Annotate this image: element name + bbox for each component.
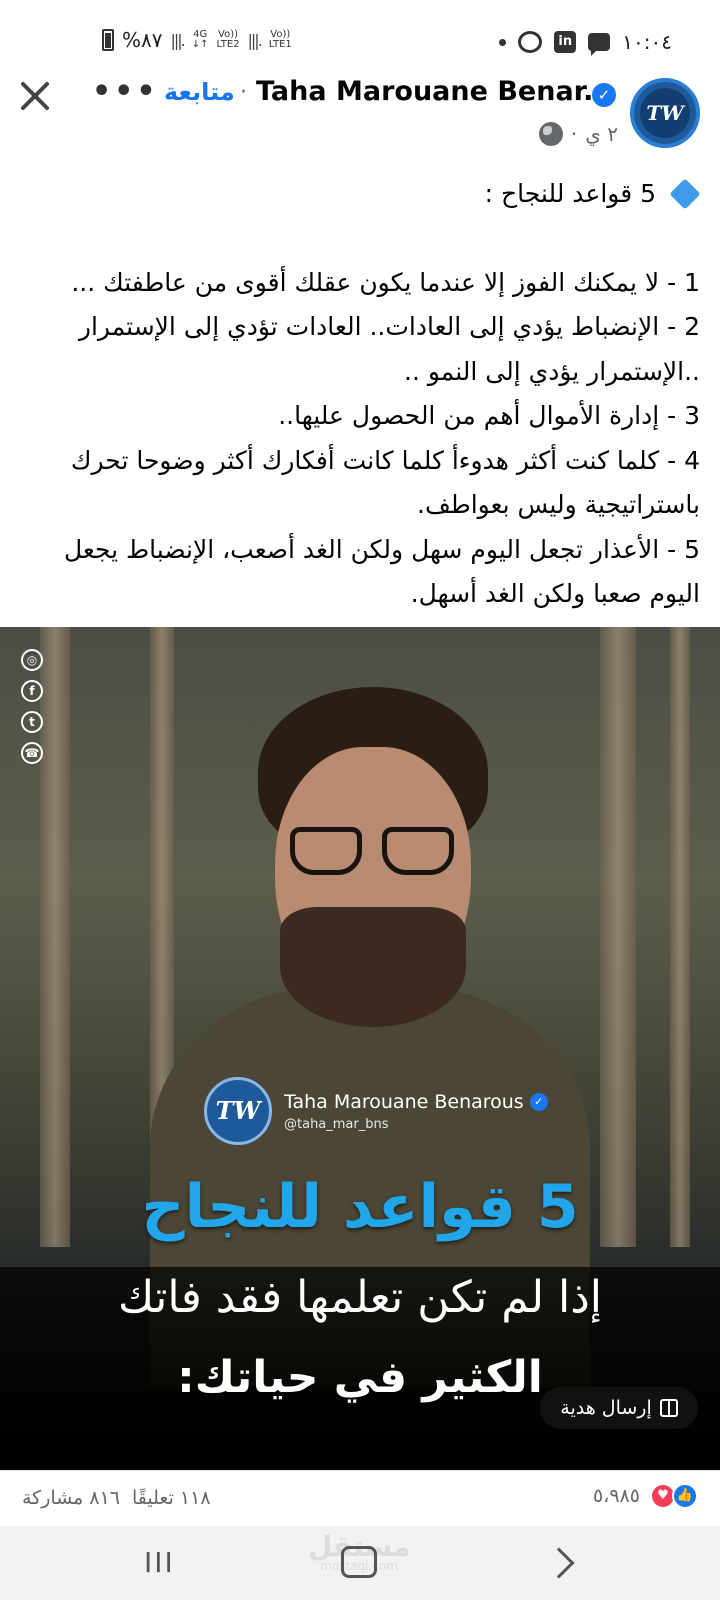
battery-icon bbox=[102, 29, 114, 51]
close-button[interactable] bbox=[16, 76, 54, 114]
signal-icon-2: |||. bbox=[247, 30, 263, 50]
status-left: %٨٧ |||. 4G ↓↑ Vo)) LTE2 |||. Vo)) LTE1 bbox=[102, 28, 292, 52]
image-headline: 5 قواعد للنجاح bbox=[141, 1172, 579, 1242]
messages-icon bbox=[588, 33, 611, 56]
image-subline-1: إذا لم تكن تعلمها فقد فاتك bbox=[117, 1272, 603, 1323]
send-gift-label: إرسال هدية bbox=[560, 1397, 652, 1419]
gift-icon bbox=[659, 1399, 678, 1417]
tree-trunk bbox=[670, 627, 690, 1247]
brand-signature: TW Taha Marouane Benarous ✓ @taha_mar_bn… bbox=[204, 1077, 548, 1145]
send-gift-button[interactable]: إرسال هدية bbox=[540, 1387, 698, 1429]
app-notification-icon bbox=[518, 31, 543, 53]
whatsapp-icon: ☎ bbox=[21, 742, 43, 764]
brand-name: Taha Marouane Benarous bbox=[284, 1090, 524, 1113]
post-stats: ١١٨ تعليقًا ٨١٦ مشاركة ٥،٩٨٥ ♥ 👍 bbox=[0, 1470, 720, 1526]
globe-icon bbox=[538, 122, 563, 146]
post-age: ٢ ي bbox=[585, 122, 618, 146]
network-4g-label: 4G bbox=[193, 29, 208, 40]
facebook-icon: f bbox=[21, 680, 43, 702]
post-header: ••• متابعة · Taha Marouane Benar... ✓ TW… bbox=[0, 66, 720, 166]
tree-trunk bbox=[600, 627, 636, 1247]
notification-dot-icon bbox=[499, 38, 507, 46]
header-separator: · bbox=[240, 80, 247, 105]
clock: ١٠:٠٤ bbox=[622, 30, 672, 54]
rule-2: 2 - الإنضباط يؤدي إلى العادات.. العادات … bbox=[78, 312, 700, 386]
rule-5: 5 - الأعذار تجعل اليوم سهل ولكن الغد أصع… bbox=[64, 534, 700, 609]
lte2-bottom: LTE2 bbox=[216, 39, 240, 50]
post-spacer bbox=[20, 217, 700, 261]
post-image[interactable]: ◎ f t ☎ TW Taha Marouane Benarous ✓ @tah… bbox=[0, 627, 720, 1470]
system-nav-bar: III مستقل mostaql.com bbox=[0, 1526, 720, 1600]
reactions-summary[interactable]: ٥،٩٨٥ ♥ 👍 bbox=[593, 1483, 698, 1509]
glasses bbox=[290, 827, 460, 877]
brand-name-row: Taha Marouane Benarous ✓ bbox=[284, 1091, 548, 1113]
glasses-lens bbox=[382, 827, 454, 875]
post-text: 5 قواعد للنجاح : 1 - لا يمكنك الفوز إلا … bbox=[20, 172, 701, 617]
avatar-initials: TW bbox=[640, 88, 690, 138]
brand-handle: @taha_mar_bns bbox=[284, 1116, 389, 1132]
signal-icon: |||. bbox=[170, 30, 186, 50]
author-avatar[interactable]: TW bbox=[630, 78, 700, 148]
verified-badge-icon: ✓ bbox=[592, 83, 616, 107]
network-lte2: Vo)) LTE2 bbox=[217, 30, 240, 50]
rule-4: 4 - كلما كنت أكثر هدوءأ كلما كانت أفكارك… bbox=[70, 445, 700, 520]
person-beard bbox=[280, 907, 466, 1027]
lte1-bottom: LTE1 bbox=[268, 39, 292, 50]
battery-percent: %٨٧ bbox=[122, 28, 163, 52]
glasses-lens bbox=[290, 827, 362, 875]
post-meta: ٢ ي · bbox=[538, 122, 618, 146]
twitter-icon: t bbox=[21, 711, 43, 733]
reactions-count: ٥،٩٨٥ bbox=[593, 1485, 640, 1507]
follow-button[interactable]: متابعة bbox=[164, 78, 235, 106]
meta-separator: · bbox=[570, 122, 578, 146]
rule-1: 1 - لا يمكنك الفوز إلا عندما يكون عقلك أ… bbox=[71, 267, 700, 297]
post-title-line: 5 قواعد للنجاح : bbox=[20, 172, 701, 217]
status-bar: %٨٧ |||. 4G ↓↑ Vo)) LTE2 |||. Vo)) LTE1 in … bbox=[0, 0, 720, 60]
comments-count[interactable]: ١١٨ تعليقًا bbox=[132, 1487, 211, 1509]
network-4g: 4G ↓↑ bbox=[191, 29, 209, 50]
more-options-button[interactable]: ••• bbox=[92, 77, 159, 107]
brand-verified-icon: ✓ bbox=[529, 1092, 548, 1111]
home-button[interactable] bbox=[341, 1546, 377, 1578]
instagram-icon: ◎ bbox=[21, 649, 43, 671]
network-lte1: Vo)) LTE1 bbox=[269, 30, 292, 50]
linkedin-icon: in bbox=[554, 31, 577, 53]
brand-text: Taha Marouane Benarous ✓ @taha_mar_bns bbox=[284, 1091, 548, 1132]
engagement-counts: ١١٨ تعليقًا ٨١٦ مشاركة bbox=[22, 1487, 211, 1509]
like-reaction-icon: 👍 bbox=[672, 1483, 698, 1509]
recent-apps-button[interactable]: III bbox=[144, 1546, 175, 1579]
post-title: 5 قواعد للنجاح : bbox=[484, 179, 656, 208]
status-right: in ١٠:٠٤ bbox=[499, 30, 672, 56]
back-button[interactable] bbox=[543, 1547, 575, 1579]
blue-diamond-icon bbox=[669, 178, 701, 210]
social-icons: ◎ f t ☎ bbox=[21, 649, 43, 764]
shares-count[interactable]: ٨١٦ مشاركة bbox=[22, 1487, 120, 1509]
rule-3: 3 - إدارة الأموال أهم من الحصول عليها.. bbox=[278, 401, 700, 430]
tree-trunk bbox=[40, 627, 70, 1247]
brand-logo: TW bbox=[204, 1077, 272, 1145]
author-name[interactable]: Taha Marouane Benar... bbox=[256, 76, 614, 107]
